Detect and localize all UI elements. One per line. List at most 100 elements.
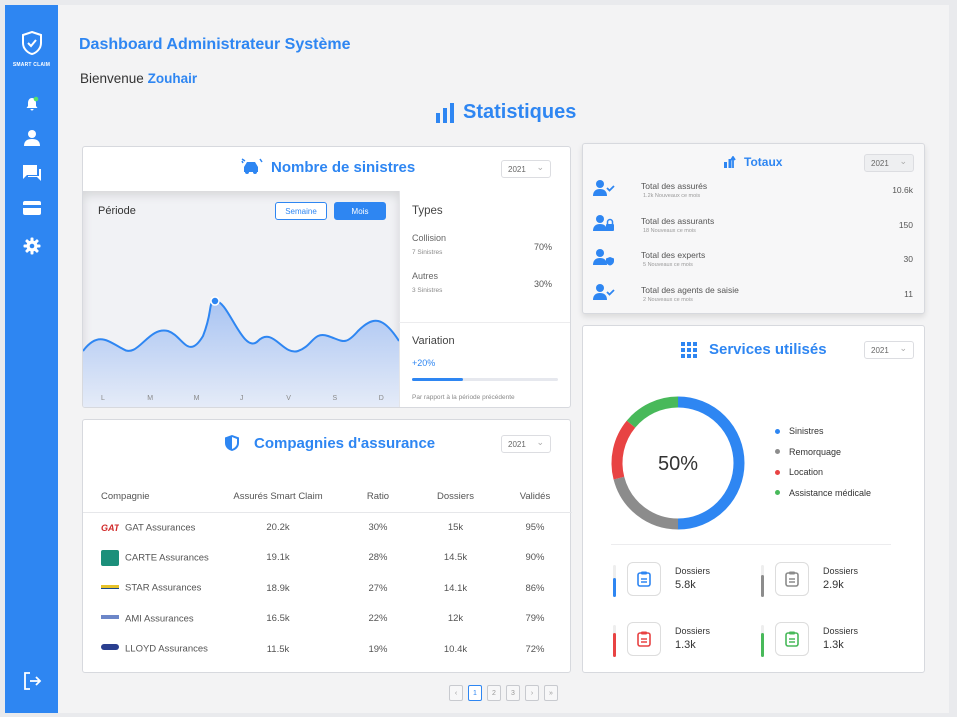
service-value: 1.3k [823, 639, 844, 651]
day-tick: J [239, 395, 244, 402]
company-name-cell: STAR Assurances [83, 573, 213, 604]
user-check-icon [593, 283, 617, 305]
pager-next[interactable]: › [525, 685, 539, 701]
sidebar-item-users[interactable] [19, 127, 45, 149]
day-tick: L [101, 395, 105, 402]
pager-prev[interactable]: ‹ [449, 685, 463, 701]
compagnies-year-select[interactable]: 2021 [501, 435, 551, 453]
sidebar-item-settings[interactable] [19, 235, 45, 257]
compagnies-title: Compagnies d'assurance [254, 434, 436, 452]
stats-title: Statistiques [463, 101, 577, 123]
total-row: Total des assurés 1.2k Nouveaux ce mois 10… [593, 180, 913, 209]
legend-item: Assistance médicale [775, 488, 871, 498]
lloyd-logo [101, 643, 119, 655]
variation-title: Variation [412, 335, 455, 347]
services-header: Services utilisés [681, 341, 827, 358]
company-name-cell: LLOYD Assurances [83, 634, 213, 665]
type-name: Autres [412, 271, 439, 281]
welcome-prefix: Bienvenue [80, 71, 144, 86]
legend-dot [775, 490, 780, 495]
services-year-select[interactable]: 2021 [864, 341, 914, 359]
service-bar [613, 565, 616, 597]
sinistres-chart-area: Période Semaine Mois LMMJVSD [83, 191, 399, 407]
pager-page[interactable]: 1 [468, 685, 482, 701]
pager-page[interactable]: 2 [487, 685, 501, 701]
assures-cell: 18.9k [266, 582, 290, 594]
types-title: Types [412, 205, 443, 217]
legend-label: Assistance médicale [789, 487, 872, 498]
ratio-cell: 22% [368, 613, 388, 625]
table-row[interactable]: GAT GAT Assurances 20.2k 30% 15k 95% [83, 512, 572, 543]
day-tick: V [286, 395, 291, 402]
company-name: STAR Assurances [125, 582, 202, 594]
line-highlight-point [210, 296, 220, 306]
donut-center-value: 50% [657, 453, 699, 475]
totaux-card: Totaux 2021 Total des assurés 1.2k Nouvea… [582, 143, 925, 314]
total-sub: 2 Nouveaux ce mois [643, 296, 693, 303]
company-name: GAT Assurances [125, 522, 196, 534]
table-row[interactable]: CARTE Assurances 19.1k 28% 14.5k 90% [83, 543, 572, 574]
compagnies-header: Compagnies d'assurance [224, 434, 435, 452]
service-value: 2.9k [823, 579, 844, 591]
sidebar: SMART CLAIM [5, 5, 58, 713]
service-bar [761, 565, 764, 597]
ratio-cell: 28% [368, 552, 388, 564]
clipboard-icon [775, 622, 809, 656]
legend-item: Sinistres [775, 426, 824, 436]
chat-icon [23, 165, 41, 181]
clipboard-icon [627, 622, 661, 656]
legend-item: Location [775, 467, 823, 477]
pager-page[interactable]: 3 [506, 685, 520, 701]
table-row[interactable]: AMI Assurances 16.5k 22% 12k 79% [83, 604, 572, 635]
total-row: Total des experts 5 Nouveaux ce mois 30 [593, 249, 913, 278]
total-row: Total des agents de saisie 2 Nouveaux ce … [593, 283, 913, 313]
total-sub: 1.2k Nouveaux ce mois [643, 193, 701, 199]
logout-button[interactable] [19, 670, 45, 692]
variation-bar-fill [412, 378, 464, 381]
services-title: Services utilisés [709, 341, 827, 358]
table-row[interactable]: LLOYD Assurances 11.5k 19% 10.4k 72% [83, 634, 572, 665]
sidebar-item-billing[interactable] [19, 197, 45, 219]
table-row[interactable]: STAR Assurances 18.9k 27% 14.1k 86% [83, 573, 572, 604]
total-label: Total des assurants [641, 215, 715, 226]
total-label: Total des assurés [641, 181, 708, 191]
valides-cell: 95% [525, 522, 545, 533]
company-name: AMI Assurances [125, 613, 194, 625]
total-value: 30 [903, 254, 913, 264]
compagnies-table: Compagnie Assurés Smart Claim Ratio Doss… [83, 482, 572, 665]
type-row: Collision 7 Sinistres 70% [412, 233, 552, 256]
legend-label: Location [789, 467, 824, 477]
totaux-year-select[interactable]: 2021 [864, 154, 914, 172]
bar-up-icon [724, 156, 736, 168]
service-bar [613, 625, 616, 657]
dossiers-cell: 14.5k [443, 552, 468, 564]
ami-logo [101, 613, 119, 625]
service-bar-fill [761, 633, 764, 657]
star-logo [101, 582, 119, 594]
variation-bar [412, 378, 558, 381]
sinistres-year-select[interactable]: 2021 [501, 160, 551, 178]
stats-heading: Statistiques [435, 101, 576, 124]
total-value: 10.6k [892, 185, 913, 195]
total-row: Total des assurants 18 Nouveaux ce mois 15… [593, 214, 913, 244]
company-name-cell: GAT GAT Assurances [83, 512, 213, 543]
sidebar-item-notifications[interactable] [19, 93, 45, 115]
service-bar-fill [761, 574, 764, 597]
service-stat: Dossiers 1.3k [761, 622, 911, 672]
col-valides: Validés [519, 491, 551, 503]
day-tick: D [378, 395, 384, 402]
brand-logo: SMART CLAIM [5, 30, 58, 68]
total-sub: 5 Nouveaux ce mois [643, 262, 693, 268]
sidebar-item-messages[interactable] [19, 162, 45, 184]
welcome-name: Zouhair [147, 71, 198, 86]
service-label: Dossiers [823, 626, 859, 636]
service-bar-fill [613, 633, 616, 657]
shield-icon [225, 435, 239, 451]
line-area [83, 300, 399, 407]
bar-chart-icon [436, 102, 454, 123]
dossiers-cell: 14.1k [443, 582, 468, 594]
valides-cell: 79% [525, 613, 545, 625]
assures-cell: 19.1k [266, 552, 290, 564]
pager-last[interactable]: » [544, 685, 558, 701]
shield-car-icon [21, 30, 42, 56]
